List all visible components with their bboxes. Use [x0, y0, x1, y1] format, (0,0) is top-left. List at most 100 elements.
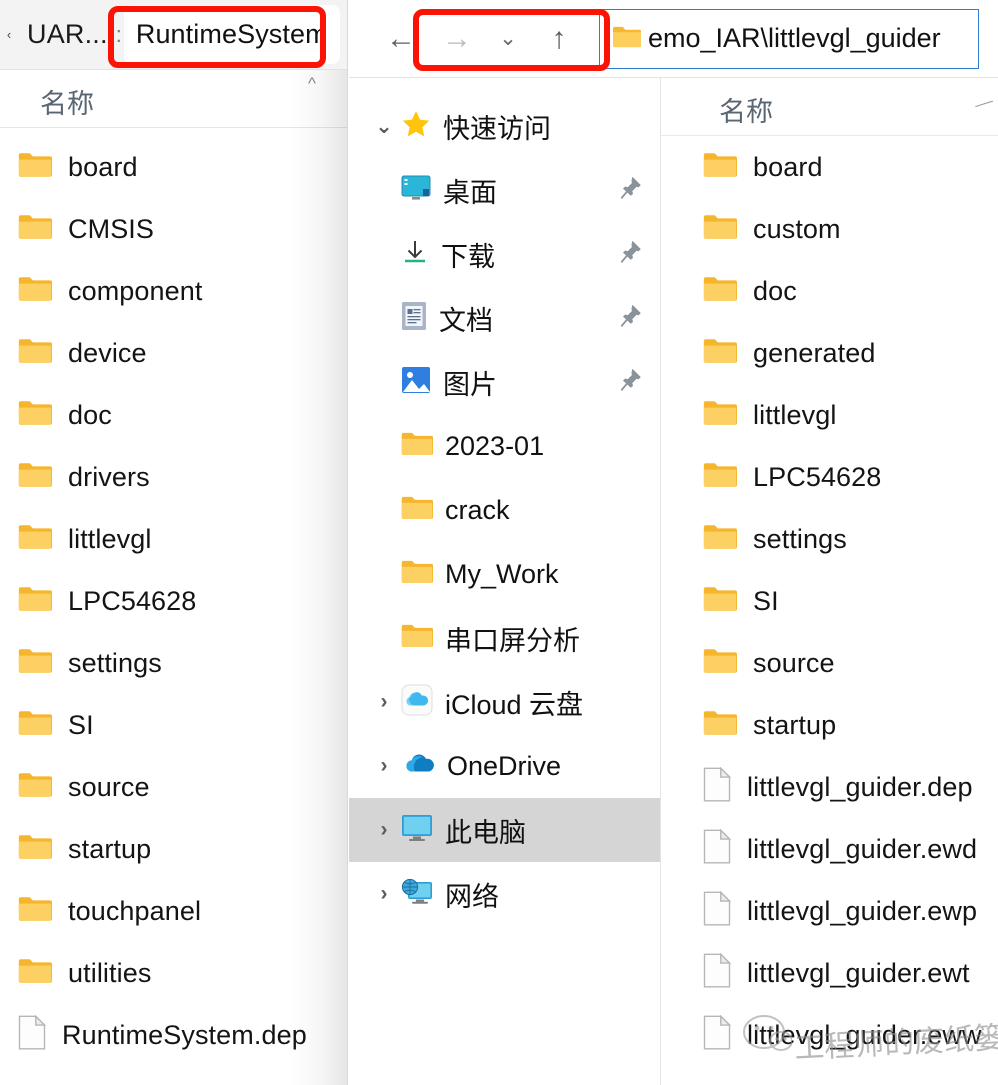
- tree-item-10[interactable]: › OneDrive: [349, 734, 660, 798]
- left-list-item-label: RuntimeSystem.dep: [62, 1019, 307, 1050]
- folder-icon: [18, 337, 53, 370]
- tab-uart[interactable]: UAR...: [17, 19, 114, 50]
- left-file-list: board CMSIS component device doc drivers littl…: [0, 128, 348, 1066]
- right-list-item-label: LPC54628: [753, 461, 882, 492]
- tab-separator: :: [115, 21, 122, 47]
- right-list-item[interactable]: custom: [661, 198, 998, 260]
- tree-item-7[interactable]: My_Work: [349, 542, 660, 606]
- right-list-item-label: source: [753, 647, 835, 678]
- folder-icon: [703, 585, 737, 618]
- tree-item-label: crack: [445, 494, 510, 525]
- chevron-down-icon[interactable]: ⌄: [367, 114, 401, 139]
- right-list-item[interactable]: doc: [661, 260, 998, 322]
- chevron-up-icon: ^: [308, 74, 316, 93]
- tree-item-9[interactable]: › iCloud 云盘: [349, 670, 660, 734]
- left-list-item[interactable]: RuntimeSystem.dep: [0, 1004, 348, 1066]
- right-list-item[interactable]: source: [661, 632, 998, 694]
- right-list-item[interactable]: littlevgl_guider.ewd: [661, 818, 998, 880]
- folder-icon: [18, 895, 53, 928]
- right-explorer-window: ← → ⌄ ↑ emo_IAR\littlevgl_guider ⌄ ⌄ 快速访问…: [349, 0, 998, 1085]
- left-list-item[interactable]: touchpanel: [0, 880, 348, 942]
- file-icon: [18, 1014, 47, 1055]
- tree-item-3[interactable]: 文档: [349, 286, 660, 350]
- left-list-item-label: board: [68, 151, 138, 182]
- right-list-item[interactable]: startup: [661, 694, 998, 756]
- tree-item-2[interactable]: 下载: [349, 222, 660, 286]
- left-list-item-label: settings: [68, 647, 162, 678]
- tree-item-1[interactable]: 桌面: [349, 158, 660, 222]
- tree-item-12[interactable]: › 网络: [349, 862, 660, 926]
- right-list-item[interactable]: littlevgl_guider.dep: [661, 756, 998, 818]
- arrow-up-icon[interactable]: ↑: [531, 11, 587, 67]
- pin-icon[interactable]: [620, 240, 642, 269]
- pin-icon[interactable]: [620, 368, 642, 397]
- left-list-item[interactable]: LPC54628: [0, 570, 348, 632]
- tree-item-label: 快速访问: [443, 113, 551, 144]
- left-list-item[interactable]: drivers: [0, 446, 348, 508]
- folder-icon: [18, 833, 53, 866]
- left-column-name-label[interactable]: 名称: [40, 82, 94, 121]
- folder-icon: [18, 771, 53, 804]
- arrow-left-icon[interactable]: ←: [373, 11, 429, 67]
- right-list-item[interactable]: littlevgl: [661, 384, 998, 446]
- tab-overflow-chevron-left-icon[interactable]: ‹: [1, 0, 17, 70]
- chevron-right-icon[interactable]: ›: [367, 818, 401, 842]
- left-list-item-label: source: [68, 771, 150, 802]
- chevron-right-icon[interactable]: ›: [367, 754, 401, 778]
- right-list-item-label: board: [753, 151, 823, 182]
- arrow-right-icon[interactable]: →: [429, 11, 485, 67]
- tree-item-4[interactable]: 图片: [349, 350, 660, 414]
- right-list-item[interactable]: littlevgl_guider.ewt: [661, 942, 998, 1004]
- right-list-item[interactable]: settings: [661, 508, 998, 570]
- folder-icon: [703, 709, 737, 742]
- resize-grip-icon[interactable]: ╱: [976, 95, 997, 115]
- left-list-item[interactable]: littlevgl: [0, 508, 348, 570]
- chevron-right-icon[interactable]: ›: [367, 882, 401, 906]
- tab-runtimesystem[interactable]: RuntimeSystem: [123, 5, 340, 64]
- left-list-item[interactable]: CMSIS: [0, 198, 348, 260]
- tree-item-11[interactable]: › 此电脑: [349, 798, 660, 862]
- left-list-item[interactable]: source: [0, 756, 348, 818]
- left-list-item-label: doc: [68, 399, 112, 430]
- chevron-right-icon[interactable]: ›: [367, 690, 401, 714]
- right-list-item[interactable]: LPC54628: [661, 446, 998, 508]
- tree-item-8[interactable]: 串口屏分析: [349, 606, 660, 670]
- left-list-item[interactable]: component: [0, 260, 348, 322]
- tree-item-label: 文档: [439, 305, 493, 336]
- right-list-item[interactable]: SI: [661, 570, 998, 632]
- right-list-item[interactable]: generated: [661, 322, 998, 384]
- address-bar[interactable]: emo_IAR\littlevgl_guider ⌄: [599, 8, 979, 69]
- tree-item-label: 下载: [441, 241, 495, 272]
- file-list-pane: 名称 ╱ board custom doc generated littlevgl LPC…: [661, 78, 998, 1085]
- left-list-item[interactable]: startup: [0, 818, 348, 880]
- left-list-item[interactable]: device: [0, 322, 348, 384]
- left-list-item[interactable]: SI: [0, 694, 348, 756]
- right-list-item[interactable]: littlevgl_guider.ewp: [661, 880, 998, 942]
- left-list-item[interactable]: settings: [0, 632, 348, 694]
- file-icon: [703, 828, 732, 869]
- left-list-item[interactable]: board: [0, 136, 348, 198]
- right-list-item-label: doc: [753, 275, 797, 306]
- download-icon: [401, 238, 429, 271]
- right-list-item[interactable]: littlevgl_guider.eww: [661, 1004, 998, 1066]
- folder-icon: [401, 559, 433, 590]
- pin-icon[interactable]: [620, 304, 642, 333]
- folder-icon: [401, 495, 433, 526]
- chevron-down-icon[interactable]: ⌄: [485, 11, 531, 67]
- right-column-name-label[interactable]: 名称: [719, 90, 773, 129]
- tree-item-label: iCloud 云盘: [445, 689, 584, 720]
- tree-item-5[interactable]: 2023-01: [349, 414, 660, 478]
- tree-item-label: 此电脑: [445, 817, 526, 848]
- folder-icon: [703, 275, 737, 308]
- right-list-item[interactable]: board: [661, 136, 998, 198]
- file-icon: [703, 890, 732, 931]
- tree-item-6[interactable]: crack: [349, 478, 660, 542]
- left-list-item[interactable]: utilities: [0, 942, 348, 1004]
- right-list-item-label: littlevgl_guider.dep: [747, 771, 973, 802]
- tree-item-0[interactable]: ⌄ 快速访问: [349, 94, 660, 158]
- pin-icon[interactable]: [620, 176, 642, 205]
- left-list-item[interactable]: doc: [0, 384, 348, 446]
- network-icon: [401, 878, 433, 911]
- folder-icon: [18, 647, 53, 680]
- tree-item-label: 桌面: [443, 177, 497, 208]
